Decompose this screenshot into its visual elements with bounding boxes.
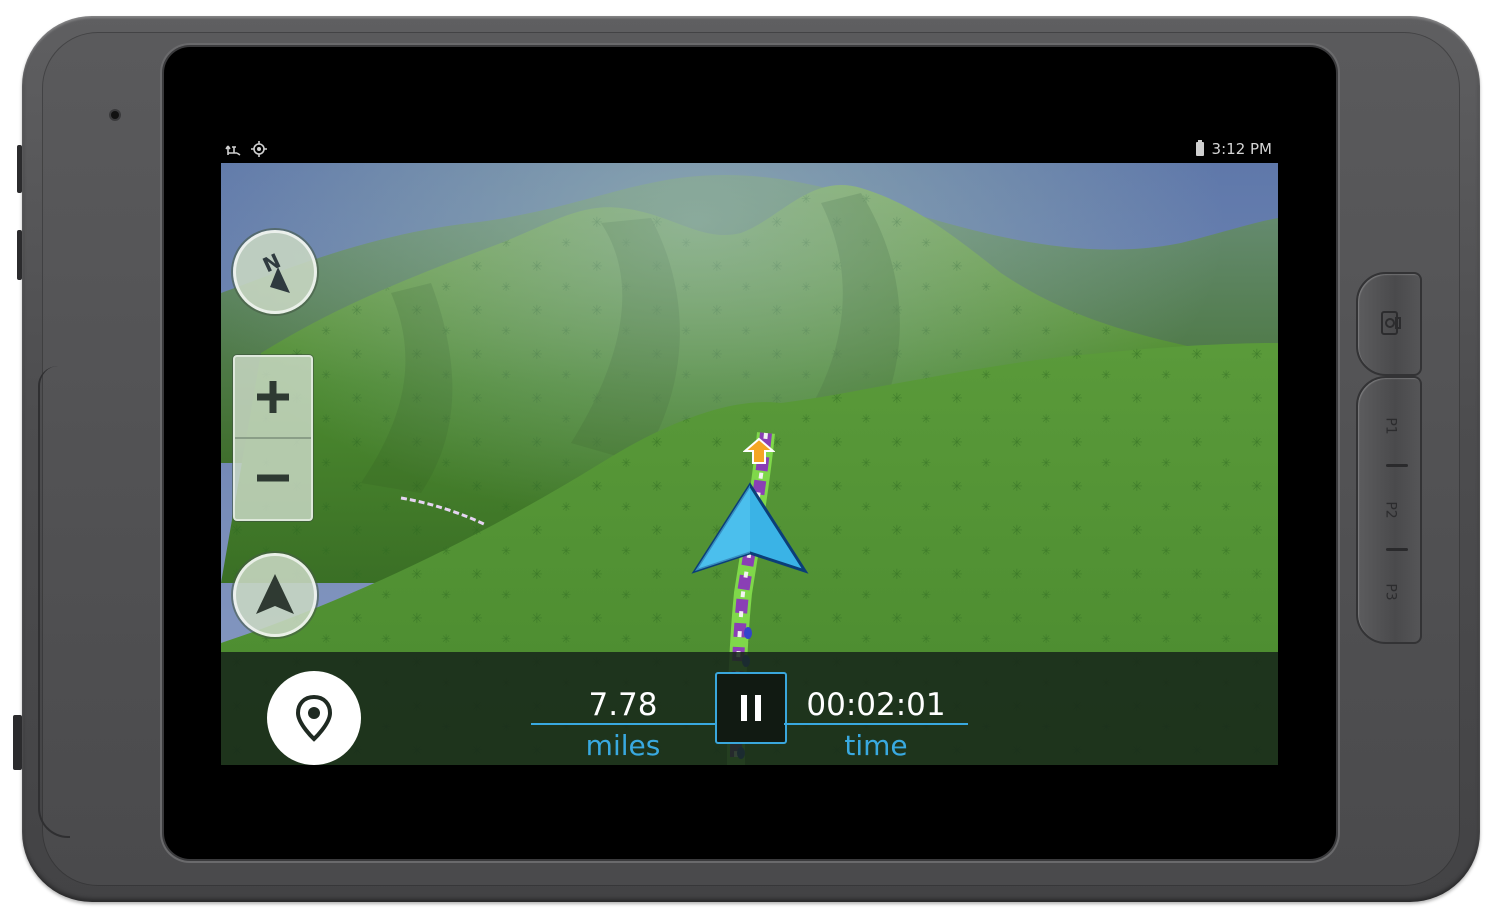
pause-icon xyxy=(741,695,761,721)
distance-underline xyxy=(531,723,715,725)
recenter-button[interactable] xyxy=(233,553,317,637)
preset-buttons: P1 P2 P3 xyxy=(1356,376,1422,644)
p3-button-label[interactable]: P3 xyxy=(1383,583,1399,600)
trip-stats-bar: 7.78 miles 00:02:01 time xyxy=(221,652,1278,765)
distance-value: 7.78 xyxy=(588,687,658,723)
location-pin-icon xyxy=(295,694,333,742)
status-left-icons xyxy=(225,141,267,161)
button-divider xyxy=(1386,548,1408,551)
zoom-controls xyxy=(233,355,313,521)
side-port-slot xyxy=(17,230,22,280)
compass-button[interactable]: N xyxy=(233,230,317,314)
compass-icon: N xyxy=(259,248,290,293)
map-view[interactable]: ✳ ✳ xyxy=(221,163,1278,765)
time-label: time xyxy=(844,729,908,762)
minus-icon xyxy=(257,474,289,482)
button-divider xyxy=(1386,464,1408,467)
status-time: 3:12 PM xyxy=(1211,140,1272,158)
distance-label: miles xyxy=(585,729,661,762)
plus-icon xyxy=(257,381,289,413)
pause-button[interactable] xyxy=(715,672,787,744)
current-position-icon xyxy=(691,482,809,574)
p1-button-label[interactable]: P1 xyxy=(1383,417,1399,434)
side-port-slot xyxy=(17,145,22,193)
gps-target-icon xyxy=(251,141,267,161)
battery-icon xyxy=(1195,140,1204,156)
status-bar: 3:12 PM xyxy=(221,138,1278,164)
status-right: 3:12 PM xyxy=(1195,140,1272,158)
waypoint-arrow-icon[interactable] xyxy=(743,437,775,465)
zoom-out-button[interactable] xyxy=(235,438,311,518)
camera-button[interactable] xyxy=(1356,272,1422,376)
waypoint-pin-button[interactable] xyxy=(267,671,361,765)
time-underline xyxy=(784,723,968,725)
device-side-edge xyxy=(38,366,70,838)
p2-button-label[interactable]: P2 xyxy=(1383,501,1399,518)
time-value: 00:02:01 xyxy=(806,687,946,723)
power-switch[interactable] xyxy=(13,715,22,770)
hardware-button-panel: P1 P2 P3 xyxy=(1356,272,1422,644)
zoom-in-button[interactable] xyxy=(235,357,311,439)
navigation-arrow-icon xyxy=(256,574,294,614)
camera-icon xyxy=(1381,311,1401,335)
front-camera-icon xyxy=(111,111,119,119)
usb-mode-icon xyxy=(225,141,243,161)
